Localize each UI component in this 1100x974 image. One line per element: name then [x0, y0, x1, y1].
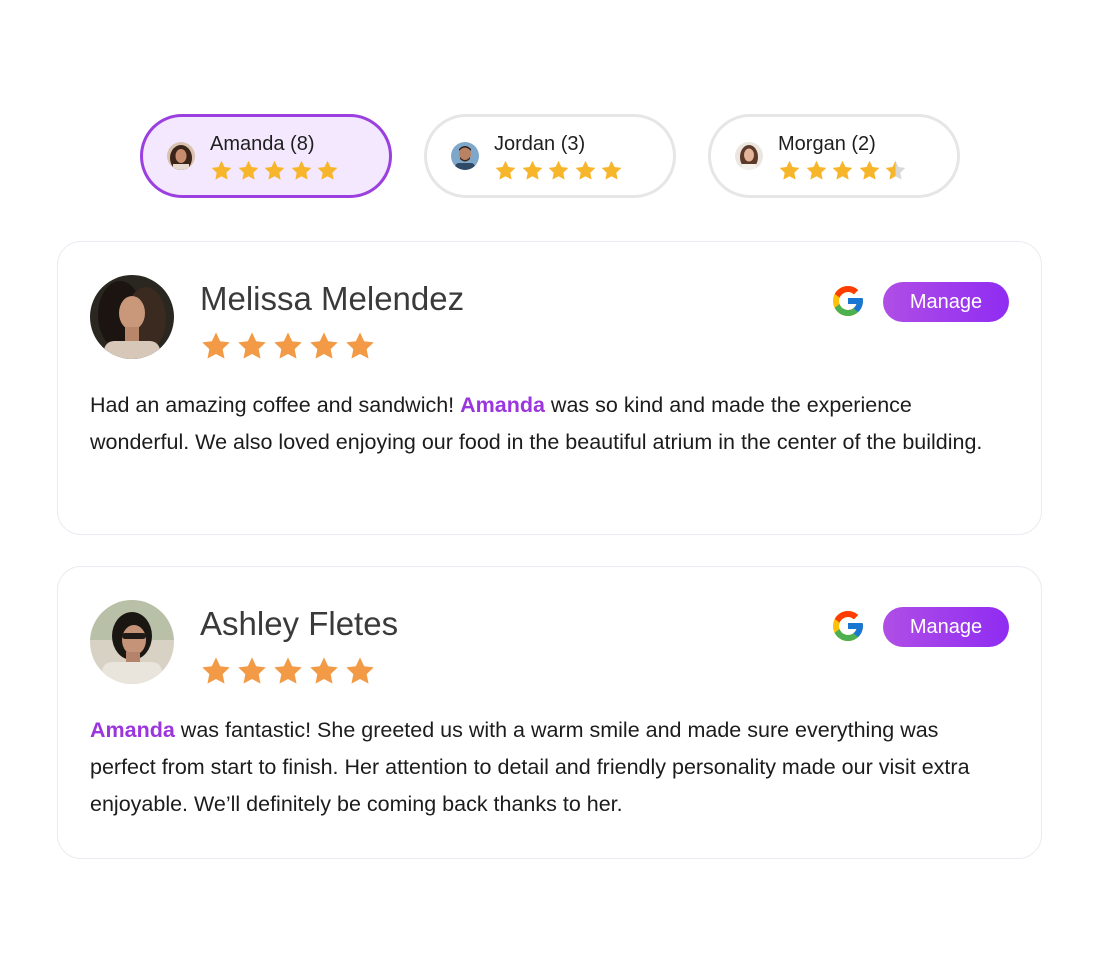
star-icon: [778, 159, 805, 182]
star-icon: [272, 330, 308, 362]
review-text-segment: was fantastic! She greeted us with a war…: [90, 718, 970, 816]
star-icon: [263, 159, 290, 182]
star-icon: [308, 655, 344, 687]
star-rating: [494, 159, 627, 182]
review-text: Had an amazing coffee and sandwich! Aman…: [90, 387, 1000, 461]
star-icon: [494, 159, 521, 182]
star-icon: [831, 159, 858, 182]
star-icon: [236, 655, 272, 687]
star-icon: [884, 159, 911, 182]
star-rating: [778, 159, 911, 182]
star-icon: [574, 159, 601, 182]
google-icon: [830, 283, 866, 319]
star-icon: [272, 655, 308, 687]
star-icon: [858, 159, 885, 182]
star-icon: [316, 159, 343, 182]
reviewer-name: Melissa Melendez: [200, 280, 465, 317]
review-text: Amanda was fantastic! She greeted us wit…: [90, 712, 1000, 823]
star-rating: [210, 159, 343, 182]
star-icon: [200, 655, 236, 687]
star-icon: [237, 159, 264, 182]
avatar: [167, 142, 195, 170]
manage-button[interactable]: Manage: [883, 282, 1009, 322]
star-icon: [290, 159, 317, 182]
avatar: [90, 600, 174, 684]
star-rating: [200, 330, 380, 362]
reviewer-name: Ashley Fletes: [200, 605, 399, 642]
filter-pill-amanda[interactable]: Amanda (8): [140, 114, 392, 198]
star-icon: [600, 159, 627, 182]
star-icon: [521, 159, 548, 182]
avatar: [451, 142, 479, 170]
manage-button[interactable]: Manage: [883, 607, 1009, 647]
avatar: [735, 142, 763, 170]
filter-pill-jordan[interactable]: Jordan (3): [424, 114, 676, 198]
star-icon: [200, 330, 236, 362]
google-icon: [830, 608, 866, 644]
filter-pill-morgan[interactable]: Morgan (2): [708, 114, 960, 198]
review-card: Melissa Melendez Manage Had an amazing c…: [57, 241, 1042, 535]
star-icon: [236, 330, 272, 362]
filter-pill-label: Morgan (2): [778, 133, 876, 155]
avatar: [90, 275, 174, 359]
star-icon: [308, 330, 344, 362]
review-text-segment: Had an amazing coffee and sandwich!: [90, 393, 461, 417]
filter-pill-label: Amanda (8): [210, 133, 315, 155]
star-icon: [547, 159, 574, 182]
employee-mention: Amanda: [90, 718, 175, 742]
star-icon: [344, 330, 380, 362]
star-icon: [805, 159, 832, 182]
employee-mention: Amanda: [460, 393, 545, 417]
star-icon: [344, 655, 380, 687]
review-card: Ashley Fletes Manage Amanda was fantasti…: [57, 566, 1042, 859]
star-icon: [210, 159, 237, 182]
filter-pill-label: Jordan (3): [494, 133, 586, 155]
star-rating: [200, 655, 380, 687]
